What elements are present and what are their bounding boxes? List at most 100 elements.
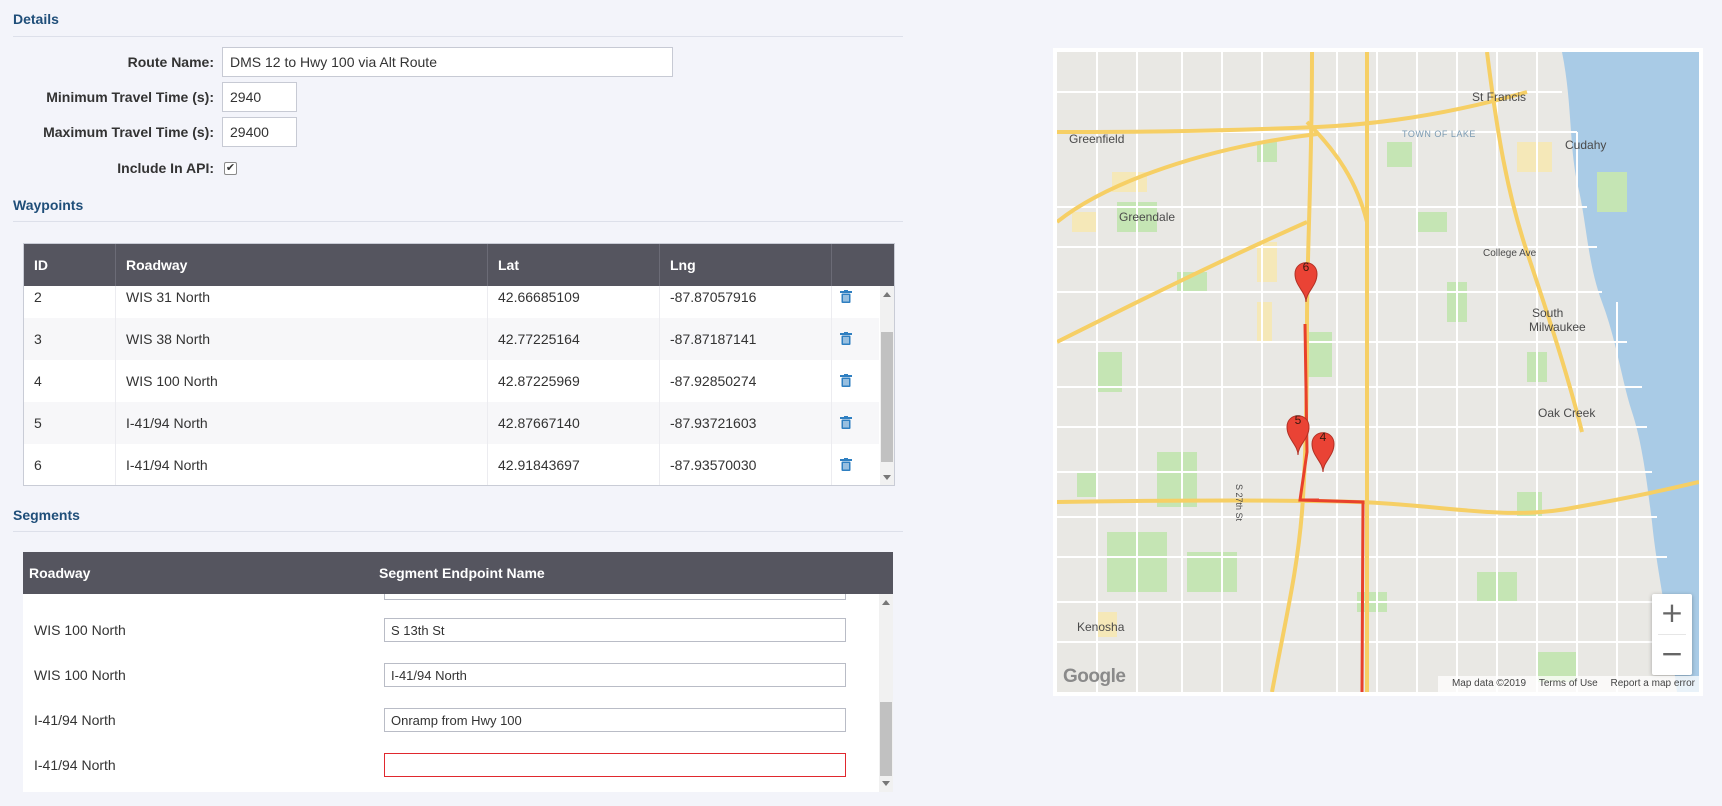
segment-roadway: I-41/94 North bbox=[34, 757, 116, 773]
map-attribution: Map data ©2019 Terms of Use Report a map… bbox=[1437, 676, 1699, 692]
place-label: St Francis bbox=[1472, 90, 1527, 104]
trash-icon[interactable] bbox=[840, 290, 852, 303]
place-label: S 27th St bbox=[1234, 484, 1244, 522]
segments-scrollbar[interactable] bbox=[879, 594, 893, 792]
include-api-checkbox[interactable]: ✔ bbox=[224, 162, 237, 175]
table-row: I-41/94 North bbox=[23, 698, 878, 743]
waypoints-heading: Waypoints bbox=[13, 197, 84, 213]
waypoints-table-body: 2 WIS 31 North 42.66685109 -87.87057916 … bbox=[24, 286, 879, 485]
waypoints-table: ID Roadway Lat Lng 2 WIS 31 North 42.666… bbox=[23, 243, 895, 486]
waypoint-lat: 42.66685109 bbox=[488, 286, 660, 318]
place-label: South bbox=[1532, 306, 1564, 320]
table-row: I-41/94 North bbox=[23, 743, 878, 788]
map-data-text: Map data ©2019 bbox=[1451, 678, 1527, 689]
segment-roadway: I-41/94 North bbox=[34, 712, 116, 728]
table-row: 3 WIS 38 North 42.77225164 -87.87187141 bbox=[24, 318, 879, 360]
waypoint-lat: 42.77225164 bbox=[488, 318, 660, 360]
segment-endpoint-input[interactable] bbox=[384, 618, 846, 642]
waypoint-lng: -87.93570030 bbox=[660, 444, 832, 485]
place-label: Oak Creek bbox=[1538, 406, 1596, 420]
column-header-roadway[interactable]: Roadway bbox=[23, 552, 373, 594]
segments-table: Roadway Segment Endpoint Name WIS 38 Nor… bbox=[23, 552, 893, 792]
trash-icon[interactable] bbox=[840, 458, 852, 471]
map-card: 6 5 4 St Francis Greenfield TOWN OF LAKE… bbox=[1053, 48, 1703, 696]
column-header-lng[interactable]: Lng bbox=[660, 244, 832, 286]
scroll-up-arrow[interactable] bbox=[882, 600, 890, 605]
column-header-id[interactable]: ID bbox=[24, 244, 116, 286]
map-pin-label-5: 5 bbox=[1294, 413, 1302, 427]
waypoints-divider bbox=[13, 221, 903, 222]
zoom-out-button[interactable]: − bbox=[1652, 635, 1692, 675]
google-logo[interactable]: Google bbox=[1063, 666, 1126, 688]
waypoint-roadway: WIS 100 North bbox=[116, 360, 488, 402]
waypoint-lat: 42.87225969 bbox=[488, 360, 660, 402]
map-pin-label-6: 6 bbox=[1302, 260, 1310, 274]
route-map[interactable]: 6 5 4 St Francis Greenfield TOWN OF LAKE… bbox=[1057, 52, 1699, 692]
waypoint-id: 3 bbox=[24, 318, 116, 360]
waypoint-roadway: WIS 31 North bbox=[116, 286, 488, 318]
place-label: TOWN OF LAKE bbox=[1402, 129, 1476, 139]
scroll-thumb[interactable] bbox=[880, 702, 892, 776]
place-label: Greenfield bbox=[1069, 132, 1125, 146]
max-travel-time-label: Maximum Travel Time (s): bbox=[43, 124, 214, 140]
include-api-label: Include In API: bbox=[117, 160, 214, 176]
segments-table-body: WIS 38 North WIS 100 North WIS 100 North… bbox=[23, 594, 878, 792]
column-header-actions bbox=[832, 244, 894, 286]
map-pin-label-4: 4 bbox=[1319, 430, 1327, 444]
waypoint-lng: -87.92850274 bbox=[660, 360, 832, 402]
place-label: Greendale bbox=[1119, 210, 1176, 224]
report-map-error-link[interactable]: Report a map error bbox=[1611, 678, 1695, 689]
segment-endpoint-input[interactable] bbox=[384, 708, 846, 732]
column-header-endpoint[interactable]: Segment Endpoint Name bbox=[373, 552, 893, 594]
waypoint-id: 2 bbox=[24, 286, 116, 318]
segment-roadway: WIS 100 North bbox=[34, 667, 126, 683]
trash-icon[interactable] bbox=[840, 332, 852, 345]
segments-table-header: Roadway Segment Endpoint Name bbox=[23, 552, 893, 594]
trash-icon[interactable] bbox=[840, 374, 852, 387]
table-row: WIS 100 North bbox=[23, 653, 878, 698]
details-divider bbox=[13, 36, 903, 37]
route-name-input[interactable] bbox=[222, 47, 673, 77]
scroll-up-arrow[interactable] bbox=[883, 292, 891, 297]
zoom-in-button[interactable]: + bbox=[1652, 594, 1692, 634]
scroll-thumb[interactable] bbox=[881, 332, 893, 462]
segments-heading: Segments bbox=[13, 507, 80, 523]
waypoint-lng: -87.93721603 bbox=[660, 402, 832, 444]
waypoint-lng: -87.87057916 bbox=[660, 286, 832, 318]
waypoint-lat: 42.87667140 bbox=[488, 402, 660, 444]
table-row: 5 I-41/94 North 42.87667140 -87.93721603 bbox=[24, 402, 879, 444]
waypoint-roadway: WIS 38 North bbox=[116, 318, 488, 360]
segment-endpoint-input[interactable] bbox=[384, 663, 846, 687]
segment-endpoint-input[interactable] bbox=[384, 594, 846, 600]
waypoint-id: 4 bbox=[24, 360, 116, 402]
zoom-controls: + − bbox=[1652, 594, 1692, 675]
segment-endpoint-input-invalid[interactable] bbox=[384, 753, 846, 777]
waypoints-scrollbar[interactable] bbox=[880, 286, 894, 485]
place-label: College Ave bbox=[1483, 248, 1537, 259]
scroll-down-arrow[interactable] bbox=[882, 781, 890, 786]
place-label: Kenosha bbox=[1077, 620, 1125, 634]
route-name-label: Route Name: bbox=[127, 54, 214, 70]
waypoint-lng: -87.87187141 bbox=[660, 318, 832, 360]
waypoint-id: 6 bbox=[24, 444, 116, 485]
place-label: Milwaukee bbox=[1529, 320, 1586, 334]
table-row: WIS 100 North bbox=[23, 608, 878, 653]
waypoint-roadway: I-41/94 North bbox=[116, 402, 488, 444]
min-travel-time-label: Minimum Travel Time (s): bbox=[46, 89, 214, 105]
table-row: 2 WIS 31 North 42.66685109 -87.87057916 bbox=[24, 286, 879, 318]
trash-icon[interactable] bbox=[840, 416, 852, 429]
min-travel-time-input[interactable] bbox=[222, 82, 297, 112]
scroll-down-arrow[interactable] bbox=[883, 475, 891, 480]
column-header-roadway[interactable]: Roadway bbox=[116, 244, 488, 286]
max-travel-time-input[interactable] bbox=[222, 117, 297, 147]
column-header-lat[interactable]: Lat bbox=[488, 244, 660, 286]
waypoint-lat: 42.91843697 bbox=[488, 444, 660, 485]
waypoint-roadway: I-41/94 North bbox=[116, 444, 488, 485]
place-label: Cudahy bbox=[1565, 138, 1607, 152]
terms-of-use-link[interactable]: Terms of Use bbox=[1539, 678, 1598, 689]
table-row: 4 WIS 100 North 42.87225969 -87.92850274 bbox=[24, 360, 879, 402]
waypoint-id: 5 bbox=[24, 402, 116, 444]
segment-roadway: WIS 100 North bbox=[34, 622, 126, 638]
waypoints-table-header: ID Roadway Lat Lng bbox=[24, 244, 894, 286]
segments-divider bbox=[13, 531, 903, 532]
